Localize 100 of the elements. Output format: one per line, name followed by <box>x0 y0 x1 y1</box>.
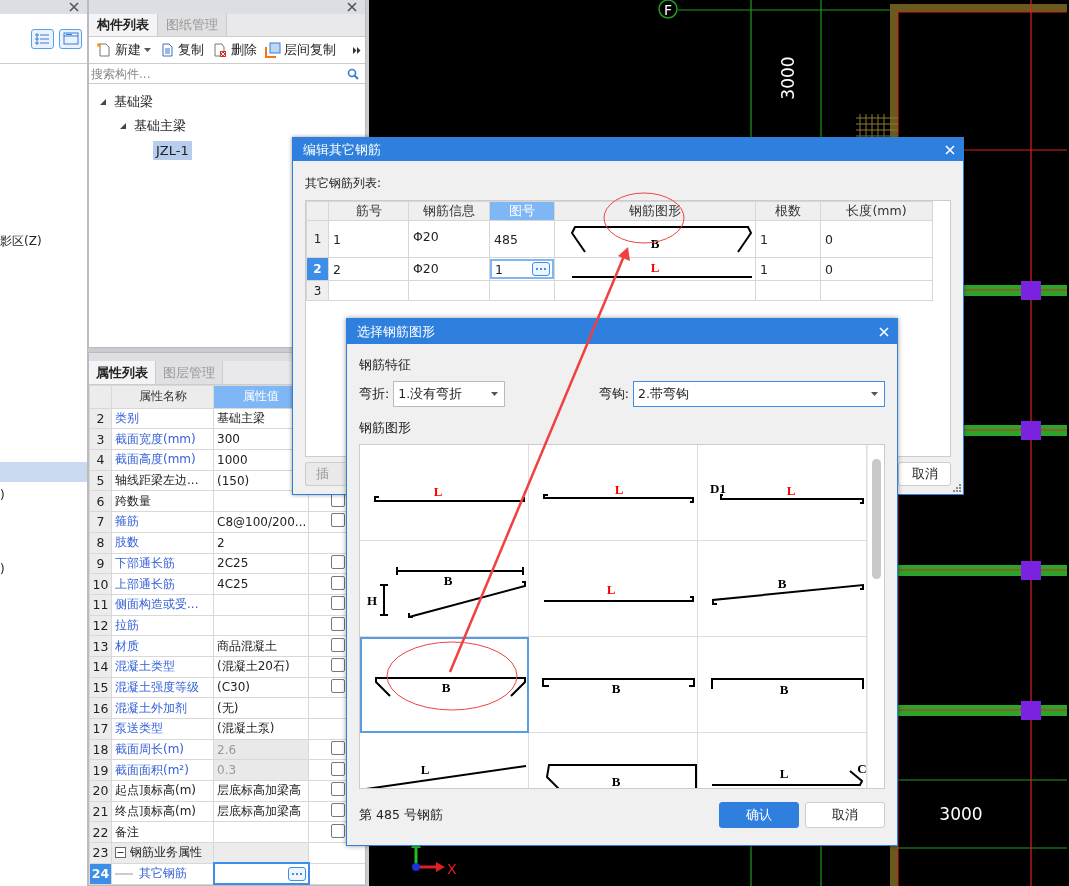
search-icon <box>347 67 359 80</box>
row-number: 3 <box>306 280 329 301</box>
collapse-icon[interactable] <box>115 847 126 859</box>
length[interactable]: 0 <box>820 220 933 258</box>
list-item[interactable]: ) <box>0 485 87 505</box>
count[interactable]: 1 <box>755 220 821 258</box>
window-icon <box>62 32 79 45</box>
row-number: 4 <box>89 449 112 471</box>
property-value-field[interactable] <box>213 863 309 884</box>
column-header[interactable]: 钢筋信息 <box>408 201 490 221</box>
delete-icon <box>212 42 228 58</box>
property-name: 肢数 <box>115 535 139 550</box>
property-value[interactable]: 2C25 <box>213 553 309 574</box>
property-value[interactable]: 2 <box>213 532 309 553</box>
property-name: 箍筋 <box>115 514 139 529</box>
length[interactable]: 0 <box>820 257 933 281</box>
tree-item[interactable]: JZL-1 <box>153 140 192 160</box>
shape-option[interactable]: B <box>529 637 698 733</box>
checkbox[interactable] <box>330 678 345 693</box>
dialog-button[interactable]: 取消 <box>805 802 885 828</box>
dialog-title: 选择钢筋图形 <box>357 322 435 341</box>
property-value[interactable]: (无) <box>213 697 309 719</box>
expanded-triangle-icon[interactable] <box>99 98 107 106</box>
close-icon[interactable] <box>347 2 357 12</box>
expanded-triangle-icon[interactable] <box>119 122 127 130</box>
checkbox[interactable] <box>330 554 345 569</box>
property-value[interactable]: 层底标高加梁高 <box>213 780 309 802</box>
rebar-number[interactable]: 1 <box>328 220 409 258</box>
column-header[interactable]: 属性名称 <box>111 385 214 409</box>
checkbox[interactable] <box>330 803 345 818</box>
tree-item[interactable]: 基础主梁 <box>131 115 189 137</box>
property-value[interactable]: (C30) <box>213 677 309 698</box>
list-item[interactable]: 影区(Z) <box>0 231 87 251</box>
shape-option[interactable]: B <box>360 637 529 733</box>
dimension-label: 3000 <box>778 56 798 100</box>
browse-button[interactable] <box>532 262 550 276</box>
property-name: 截面宽度(mm) <box>115 431 196 446</box>
property-name: 混凝土外加剂 <box>115 700 187 715</box>
checkbox[interactable] <box>330 596 345 611</box>
field-label: 弯钩: <box>598 385 629 403</box>
figure-number-field[interactable]: 1 <box>490 259 554 279</box>
property-value[interactable]: (混凝土泵) <box>213 718 309 740</box>
column-header[interactable]: 根数 <box>755 201 821 221</box>
property-value[interactable]: (混凝土20石) <box>213 656 309 678</box>
tab[interactable]: 构件列表 <box>89 14 158 36</box>
count[interactable]: 1 <box>755 257 821 281</box>
resize-grip-icon[interactable] <box>953 484 961 492</box>
section-label: 钢筋特征 <box>359 357 412 373</box>
checkbox[interactable] <box>330 761 345 776</box>
rebar-info[interactable]: Φ20 <box>408 257 490 281</box>
scrollbar[interactable] <box>867 445 884 788</box>
window-view-button[interactable] <box>59 28 82 49</box>
caret-icon <box>491 392 499 396</box>
property-name: 截面面积(m²) <box>115 762 189 777</box>
more-icon[interactable] <box>353 46 361 54</box>
dimension-label: H <box>366 593 378 608</box>
section-label: 其它钢筋列表: <box>305 175 383 192</box>
property-value[interactable]: 4C25 <box>213 573 309 595</box>
dropdown[interactable]: 1.没有弯折 <box>393 381 506 407</box>
list-item[interactable]: ) <box>0 559 87 579</box>
rebar-info[interactable]: Φ20 <box>408 220 490 258</box>
tab[interactable]: 属性列表 <box>89 360 156 384</box>
toolbar-button[interactable]: 新建 <box>93 39 154 61</box>
row-number: 21 <box>89 801 112 822</box>
column-header[interactable]: 钢筋图形 <box>554 201 756 221</box>
property-name: 跨数量 <box>115 493 151 508</box>
checkbox[interactable] <box>330 823 345 838</box>
browse-button[interactable] <box>287 866 306 881</box>
row-number: 18 <box>89 739 112 760</box>
dialog-button[interactable]: 确认 <box>719 802 799 828</box>
dialog-button[interactable]: 取消 <box>898 462 951 486</box>
checkbox[interactable] <box>330 575 345 590</box>
checkbox[interactable] <box>330 658 345 673</box>
property-value[interactable]: 商品混凝土 <box>213 635 309 657</box>
row-number: 1 <box>306 220 329 258</box>
property-name: 其它钢筋 <box>139 865 187 883</box>
shape-option[interactable]: B <box>529 733 698 788</box>
property-value[interactable]: 层底标高加梁高 <box>213 801 309 822</box>
checkbox[interactable] <box>330 513 345 528</box>
shape-option[interactable]: B H <box>360 541 529 637</box>
rebar-number[interactable]: 2 <box>328 257 409 281</box>
shape-option[interactable]: L <box>529 541 698 637</box>
column-header[interactable]: 长度(mm) <box>820 201 933 221</box>
checkbox[interactable] <box>330 637 345 652</box>
shape-option[interactable]: L <box>529 445 698 541</box>
property-value[interactable]: C8@100/200... <box>213 511 309 533</box>
toolbar-button[interactable]: 复制 <box>156 39 207 61</box>
tree-item[interactable]: 基础梁 <box>111 91 156 113</box>
shape-option[interactable]: L <box>360 445 529 541</box>
dropdown[interactable]: 2.带弯钩 <box>633 381 885 407</box>
checkbox[interactable] <box>330 782 345 797</box>
toolbar-button[interactable]: 层间复制 <box>262 39 339 61</box>
close-icon[interactable] <box>69 2 79 12</box>
toolbar-button[interactable]: 删除 <box>209 39 260 61</box>
checkbox[interactable] <box>330 741 345 756</box>
figure-number[interactable]: 485 <box>489 220 555 258</box>
checkbox[interactable] <box>330 616 345 631</box>
list-view-button[interactable] <box>31 28 54 49</box>
column-header[interactable]: 筋号 <box>328 201 409 221</box>
shape-option[interactable]: L <box>360 733 529 788</box>
